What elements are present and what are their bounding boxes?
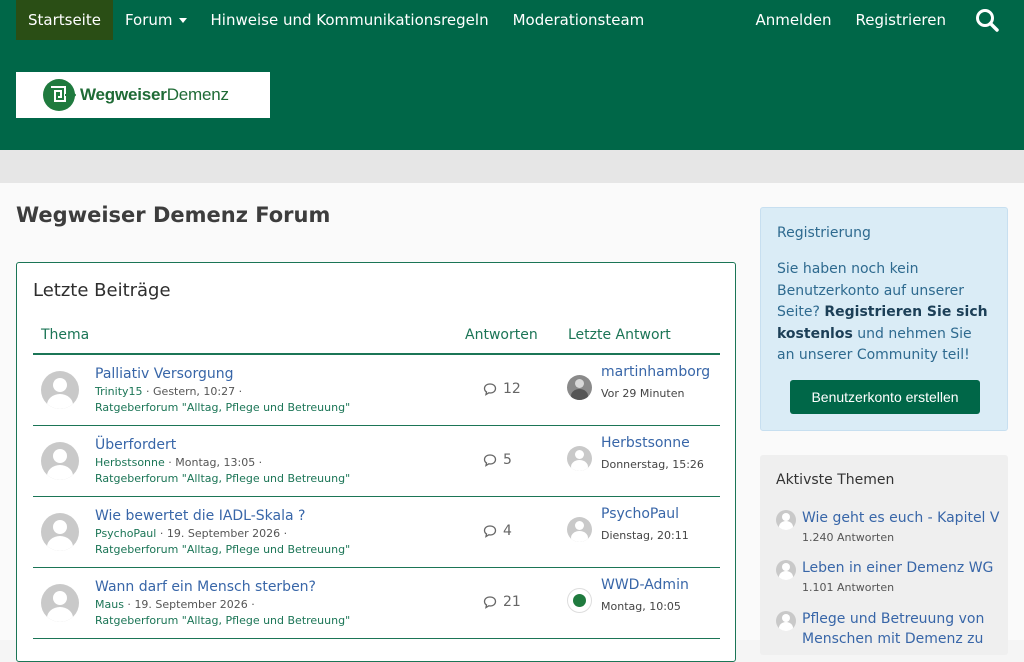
thread-forum[interactable]: Ratgeberforum "Alltag, Pflege und Betreu…: [95, 401, 350, 414]
last-reply-user[interactable]: PsychoPaul: [601, 506, 679, 522]
avatar-icon[interactable]: [776, 611, 796, 631]
last-reply-avatar-icon[interactable]: [567, 517, 592, 542]
reply-count-value: 12: [503, 381, 521, 397]
nav-forum-label: Forum: [124, 11, 173, 29]
thread-date: Montag, 13:05: [175, 456, 256, 469]
comment-icon: [483, 454, 497, 467]
avatar-icon[interactable]: [41, 442, 79, 480]
reply-count: 12: [483, 381, 521, 397]
nav-forum[interactable]: Forum: [113, 0, 199, 40]
last-reply-avatar-icon[interactable]: [567, 446, 592, 471]
comment-icon: [483, 596, 497, 609]
avatar-icon[interactable]: [776, 560, 796, 580]
avatar-icon[interactable]: [41, 371, 79, 409]
reply-count: 4: [483, 523, 512, 539]
active-topic-count: 1.101 Antworten: [802, 581, 895, 594]
active-topics-title: Aktivste Themen: [776, 472, 895, 488]
last-reply-avatar-icon[interactable]: [567, 375, 592, 400]
comment-icon: [483, 525, 497, 538]
last-reply-time: Donnerstag, 15:26: [601, 458, 704, 471]
nav-hinweise[interactable]: Hinweise und Kommunikationsregeln: [199, 0, 501, 40]
thread-date: 19. September 2026: [134, 598, 248, 611]
reply-count-value: 4: [503, 523, 512, 539]
table-row: Überfordert Herbstsonne · Montag, 13:05 …: [33, 426, 720, 497]
table-row: Wann darf ein Mensch sterben? Maus · 19.…: [33, 568, 720, 639]
thread-meta: Maus · 19. September 2026 ·: [95, 598, 255, 611]
thread-title[interactable]: Wie bewertet die IADL-Skala ?: [95, 508, 305, 524]
thread-date: 19. September 2026: [166, 527, 281, 540]
logo-icon: [43, 79, 76, 111]
latest-posts-block: Letzte Beiträge Thema Antworten Letzte A…: [16, 262, 736, 662]
thread-author[interactable]: PsychoPaul: [95, 527, 156, 540]
comment-icon: [483, 383, 497, 396]
header-strip: [0, 150, 1024, 183]
thread-forum[interactable]: Ratgeberforum "Alltag, Pflege und Betreu…: [95, 614, 350, 627]
registration-text: Sie haben noch kein Benutzerkonto auf un…: [777, 261, 988, 363]
thread-author[interactable]: Trinity15: [95, 385, 143, 398]
register-link[interactable]: Registrieren: [856, 11, 947, 29]
thread-forum[interactable]: Ratgeberforum "Alltag, Pflege und Betreu…: [95, 543, 350, 556]
thread-meta: Trinity15 · Gestern, 10:27 ·: [95, 385, 243, 398]
page-title: Wegweiser Demenz Forum: [16, 203, 331, 227]
account-nav: Anmelden Registrieren: [731, 0, 1000, 40]
table-row: Wie bewertet die IADL-Skala ? PsychoPaul…: [33, 497, 720, 568]
last-reply-user[interactable]: WWD-Admin: [601, 577, 689, 593]
search-icon[interactable]: [974, 7, 1000, 33]
active-topic-title[interactable]: Wie geht es euch - Kapitel V: [802, 508, 999, 528]
create-account-button[interactable]: Benutzerkonto erstellen: [790, 380, 980, 414]
latest-posts-title: Letzte Beiträge: [33, 280, 171, 301]
last-reply-avatar-icon[interactable]: [567, 588, 592, 613]
active-topic-title[interactable]: Leben in einer Demenz WG: [802, 558, 993, 578]
last-reply-user[interactable]: martinhamborg: [601, 364, 710, 380]
avatar-icon[interactable]: [776, 510, 796, 530]
col-topic: Thema: [41, 327, 90, 343]
logo-text: WegweiserDemenz: [80, 85, 229, 104]
thread-forum[interactable]: Ratgeberforum "Alltag, Pflege und Betreu…: [95, 472, 350, 485]
site-logo[interactable]: WegweiserDemenz: [16, 72, 270, 118]
active-topics-block: Aktivste Themen Wie geht es euch - Kapit…: [760, 455, 1008, 655]
login-link[interactable]: Anmelden: [755, 11, 831, 29]
thread-date: Gestern, 10:27: [153, 385, 236, 398]
thread-title[interactable]: Wann darf ein Mensch sterben?: [95, 579, 316, 595]
thread-meta: PsychoPaul · 19. September 2026 ·: [95, 527, 288, 540]
registration-block: Registrierung Sie haben noch kein Benutz…: [760, 207, 1008, 431]
thread-title[interactable]: Palliativ Versorgung: [95, 366, 234, 382]
last-reply-time: Montag, 10:05: [601, 600, 681, 613]
col-replies: Antworten: [465, 327, 538, 343]
thread-author[interactable]: Maus: [95, 598, 124, 611]
reply-count-value: 5: [503, 452, 512, 468]
avatar-icon[interactable]: [41, 513, 79, 551]
active-topic-title[interactable]: Pflege und Betreuung von Menschen mit De…: [802, 609, 1000, 649]
reply-count: 21: [483, 594, 521, 610]
table-row: Palliativ Versorgung Trinity15 · Gestern…: [33, 355, 720, 426]
table-header: Thema Antworten Letzte Antwort: [33, 323, 720, 355]
caret-down-icon: [178, 17, 187, 23]
active-topic-count: 1.240 Antworten: [802, 531, 895, 544]
reply-count: 5: [483, 452, 512, 468]
avatar-icon[interactable]: [41, 584, 79, 622]
last-reply-time: Vor 29 Minuten: [601, 387, 685, 400]
reply-count-value: 21: [503, 594, 521, 610]
nav-startseite[interactable]: Startseite: [16, 0, 113, 40]
col-last-reply: Letzte Antwort: [568, 327, 671, 343]
main-nav: Startseite Forum Hinweise und Kommunikat…: [16, 0, 656, 40]
last-reply-time: Dienstag, 20:11: [601, 529, 689, 542]
nav-moderationsteam[interactable]: Moderationsteam: [501, 0, 657, 40]
thread-title[interactable]: Überfordert: [95, 437, 176, 453]
thread-meta: Herbstsonne · Montag, 13:05 ·: [95, 456, 263, 469]
last-reply-user[interactable]: Herbstsonne: [601, 435, 690, 451]
registration-title: Registrierung: [777, 225, 871, 241]
thread-author[interactable]: Herbstsonne: [95, 456, 165, 469]
